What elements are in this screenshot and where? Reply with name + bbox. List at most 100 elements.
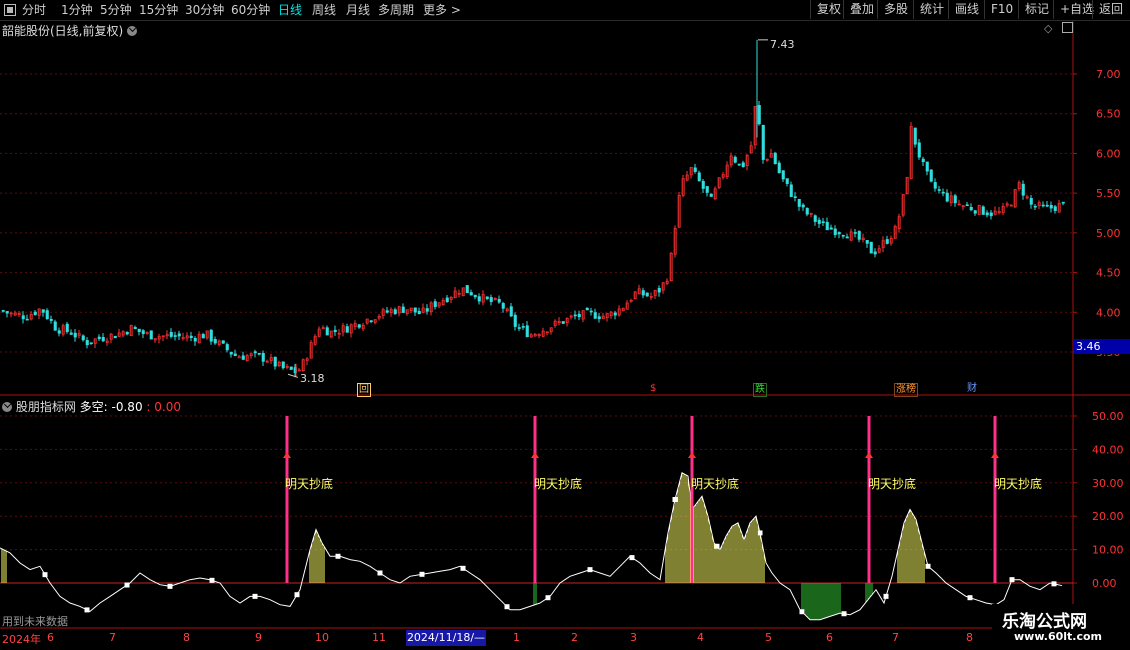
- candle-body: [1045, 204, 1049, 207]
- candle-body: [133, 327, 137, 329]
- candle-body: [741, 162, 745, 168]
- indicator-tick-label: 20.00: [1092, 510, 1124, 523]
- up-arrow-icon: [688, 452, 696, 458]
- candle-body: [973, 210, 977, 214]
- event-tag-fall[interactable]: 跌: [753, 383, 767, 397]
- candle-body: [33, 311, 37, 315]
- candle-body: [737, 163, 741, 166]
- candle-body: [69, 332, 73, 335]
- indicator-tick-label: 50.00: [1092, 410, 1124, 423]
- signal-line: [867, 416, 871, 583]
- candle-body: [801, 204, 805, 208]
- candle-body: [521, 326, 525, 328]
- indicator-marker: [42, 572, 48, 578]
- candle-body: [701, 180, 705, 189]
- signal-label: 明天抄底: [285, 477, 334, 491]
- diamond-icon[interactable]: ◇: [1044, 22, 1052, 35]
- candle-body: [281, 361, 285, 369]
- month-label: 6: [47, 631, 54, 644]
- candle-body: [817, 219, 821, 224]
- up-arrow-icon: [865, 452, 873, 458]
- candle-body: [345, 326, 349, 333]
- candle-body: [445, 297, 449, 302]
- candle-body: [261, 352, 265, 362]
- candle-body: [873, 251, 877, 255]
- candle-body: [657, 288, 661, 293]
- indicator-tick-label: 10.00: [1092, 544, 1124, 557]
- event-tag-review[interactable]: 回: [357, 383, 371, 397]
- indicator-tick-label: 40.00: [1092, 443, 1124, 456]
- candle-body: [885, 239, 889, 244]
- candle-body: [869, 241, 873, 254]
- panel-toggle-icon[interactable]: [1062, 22, 1073, 33]
- candle-body: [137, 328, 141, 333]
- candle-body: [777, 162, 781, 174]
- indicator-marker: [504, 604, 510, 610]
- indicator-marker: [799, 609, 805, 615]
- event-tag-dollar[interactable]: $: [649, 383, 657, 395]
- indicator-marker: [335, 553, 341, 559]
- month-label: 8: [183, 631, 190, 644]
- month-label: 7: [892, 631, 899, 644]
- candle-body: [853, 232, 857, 234]
- indicator-axis: 50.00 40.00 30.00 20.00 10.00 0.00: [1073, 410, 1124, 590]
- indicator-marker: [967, 595, 973, 601]
- indicator-marker: [167, 583, 173, 589]
- candle-body: [465, 285, 469, 294]
- candle-body: [1029, 198, 1033, 205]
- candle-body: [1053, 206, 1057, 211]
- month-label: 8: [966, 631, 973, 644]
- candle-body: [965, 204, 969, 207]
- candle-body: [929, 169, 933, 182]
- candle-body: [241, 355, 245, 360]
- watermark-title: 乐淘公式网: [1002, 612, 1087, 632]
- price-tick-label: 4.00: [1096, 306, 1121, 319]
- candle-body: [789, 184, 793, 197]
- up-arrow-icon: [531, 452, 539, 458]
- candle-body: [597, 316, 601, 320]
- candle-body: [81, 335, 85, 341]
- candle-body: [501, 303, 505, 309]
- watermark-url: www.60lt.com: [1014, 630, 1103, 643]
- chevron-down-icon[interactable]: [127, 26, 138, 36]
- indicator-marker: [545, 595, 551, 601]
- candle-body: [257, 353, 261, 355]
- candle-body: [833, 228, 837, 235]
- stock-title: 韶能股份(日线,前复权): [2, 24, 124, 38]
- indicator-marker: [84, 607, 90, 613]
- event-tag-rank[interactable]: 涨榜: [894, 383, 918, 397]
- candle-body: [53, 321, 57, 331]
- candle-body: [517, 327, 521, 329]
- candle-body: [233, 353, 237, 357]
- candle-body: [173, 335, 177, 337]
- candle-body: [385, 310, 389, 313]
- year-label: 2024年: [2, 633, 41, 646]
- indicator-value: 多空: -0.80: [79, 400, 143, 414]
- indicator-marker: [252, 593, 258, 599]
- price-tick-label: 6.00: [1096, 147, 1121, 160]
- candle-body: [793, 196, 797, 198]
- candle-body: [593, 312, 597, 319]
- signal-label: 明天抄底: [994, 477, 1043, 491]
- indicator-marker: [419, 571, 425, 577]
- month-label: 4: [697, 631, 704, 644]
- candle-body: [1061, 201, 1065, 204]
- high-price-label: 7.43: [770, 38, 795, 51]
- candle-body: [577, 313, 581, 318]
- candle-body: [697, 172, 701, 182]
- event-tag-finance[interactable]: 财: [966, 383, 978, 395]
- candle-body: [813, 215, 817, 222]
- chevron-down-icon[interactable]: [2, 402, 12, 412]
- candlestick-series: [1, 39, 1065, 378]
- indicator-marker: [925, 563, 931, 569]
- candle-body: [41, 309, 45, 313]
- candle-body: [193, 338, 197, 342]
- current-price-box: 3.46: [1074, 339, 1130, 354]
- candle-body: [169, 332, 173, 337]
- candle-body: [101, 337, 105, 342]
- price-tick-label: 4.50: [1096, 267, 1121, 280]
- candle-body: [865, 240, 869, 244]
- price-tick-label: 5.00: [1096, 227, 1121, 240]
- candle-body: [149, 330, 153, 340]
- indicator-bars: [1, 472, 925, 620]
